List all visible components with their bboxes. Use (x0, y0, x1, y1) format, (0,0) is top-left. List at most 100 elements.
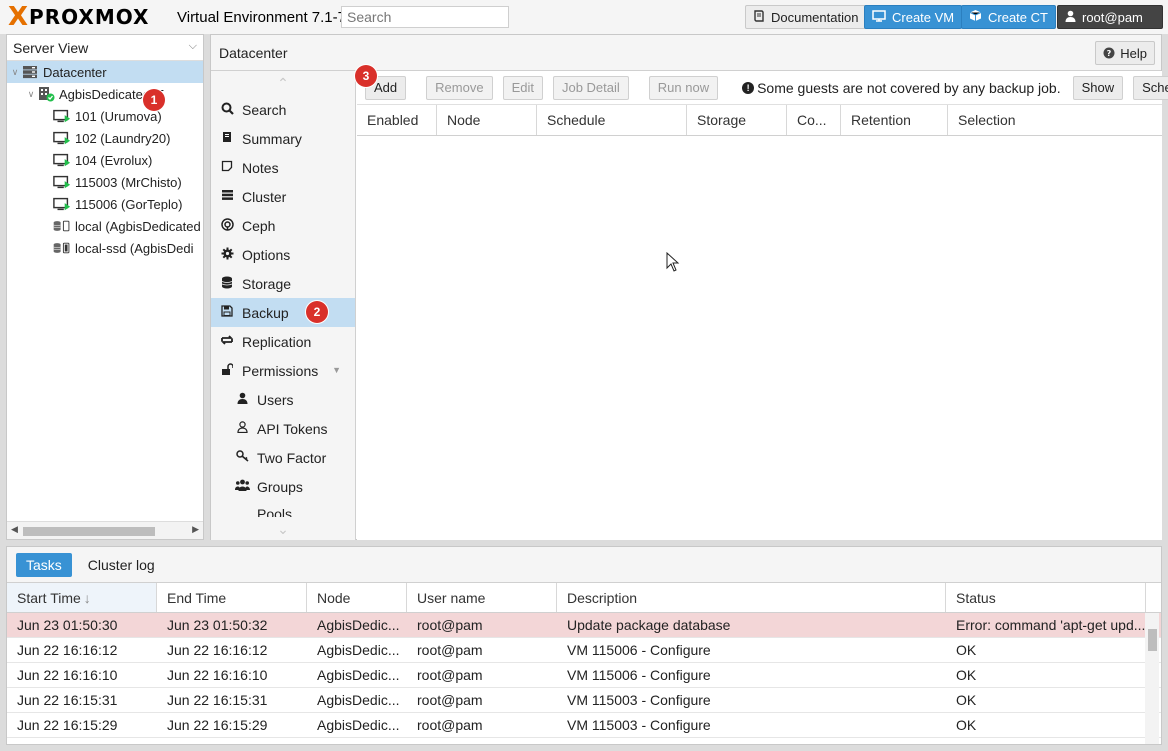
show-button[interactable]: Show (1072, 75, 1124, 100)
menu-item-notes[interactable]: Notes (211, 153, 355, 182)
run-now-button[interactable]: Run now (648, 75, 719, 100)
tab-tasks[interactable]: Tasks (16, 552, 72, 577)
menu-item-storage[interactable]: Storage (211, 269, 355, 298)
server-stack-icon (21, 64, 39, 80)
column-header-selection[interactable]: Selection (948, 105, 1162, 135)
tree-item-vm[interactable]: 115006 (GorTeplo) (7, 193, 203, 215)
tree-item-datacenter[interactable]: ∨ Datacenter (7, 61, 203, 83)
annotation-badge: 3 (355, 65, 377, 87)
task-row[interactable]: Jun 22 16:15:29 Jun 22 16:15:29 AgbisDed… (7, 713, 1161, 738)
menu-item-label: Two Factor (257, 449, 327, 466)
help-button[interactable]: ? Help (1095, 41, 1155, 65)
menu-scroll-up-icon[interactable]: ⌃ (211, 71, 355, 95)
task-description: VM 115003 - Configure (567, 717, 711, 733)
menu-scroll-down-icon[interactable]: ⌄ (211, 517, 355, 541)
tree-item-label: 115006 (GorTeplo) (75, 196, 183, 212)
collapse-caret-icon[interactable]: ▼ (332, 365, 341, 375)
tree-item-vm[interactable]: 101 (Urumova) (7, 105, 203, 127)
column-header-schedule[interactable]: Schedule (537, 105, 687, 135)
column-header-compression[interactable]: Co... (787, 105, 841, 135)
task-status: Error: command 'apt-get upd... (956, 617, 1146, 633)
menu-item-search[interactable]: Search (211, 95, 355, 124)
column-header-description[interactable]: Description (557, 583, 946, 612)
menu-item-label: Storage (242, 275, 292, 292)
book-icon (220, 131, 234, 146)
log-tabs: Tasks Cluster log (7, 547, 1161, 583)
task-user: root@pam (417, 717, 483, 733)
menu-item-options[interactable]: Options (211, 240, 355, 269)
menu-item-label: Search (242, 101, 287, 118)
storage-icon (53, 218, 71, 234)
tree-item-storage[interactable]: local (AgbisDedicated (7, 215, 203, 237)
edit-button[interactable]: Edit (502, 75, 543, 100)
scroll-right-icon[interactable]: ▶ (192, 524, 199, 535)
create-vm-button[interactable]: Create VM (864, 5, 963, 29)
schedule-simulator-button[interactable]: Schedule S (1133, 75, 1168, 100)
menu-item-pools[interactable]: Pools (211, 501, 355, 517)
column-header-enabled[interactable]: Enabled (357, 105, 437, 135)
menu-item-label: API Tokens (257, 420, 328, 437)
view-selector[interactable]: Server View ⌵ (7, 35, 203, 61)
scrollbar-thumb[interactable] (1148, 629, 1157, 651)
menu-item-ceph[interactable]: Ceph (211, 211, 355, 240)
scrollbar-thumb[interactable] (23, 527, 155, 536)
users-icon (235, 479, 250, 494)
column-header-storage[interactable]: Storage (687, 105, 787, 135)
tree-item-vm[interactable]: 115003 (MrChisto) (7, 171, 203, 193)
task-start-time: Jun 22 16:15:31 (17, 692, 118, 708)
task-start-time: Jun 22 16:16:12 (17, 642, 118, 658)
tab-cluster-log[interactable]: Cluster log (78, 553, 165, 577)
column-header-start-time[interactable]: Start Time ↓ (7, 583, 157, 612)
task-row[interactable]: Jun 22 16:16:10 Jun 22 16:16:10 AgbisDed… (7, 663, 1161, 688)
task-user: root@pam (417, 667, 483, 683)
menu-item-api-tokens[interactable]: API Tokens (211, 414, 355, 443)
help-label: Help (1120, 45, 1147, 61)
documentation-button[interactable]: Documentation (745, 5, 867, 29)
tree-item-label: 115003 (MrChisto) (75, 174, 182, 190)
menu-item-users[interactable]: Users (211, 385, 355, 414)
task-end-time: Jun 22 16:16:10 (167, 667, 268, 683)
scroll-left-icon[interactable]: ◀ (11, 524, 18, 535)
menu-item-cluster[interactable]: Cluster (211, 182, 355, 211)
menu-item-two-factor[interactable]: Two Factor (211, 443, 355, 472)
tree-item-vm[interactable]: 104 (Evrolux) (7, 149, 203, 171)
menu-item-label: Ceph (242, 217, 276, 234)
tree-item-label: local-ssd (AgbisDedi (75, 240, 194, 256)
user-menu-button[interactable]: root@pam (1057, 5, 1163, 29)
column-header-retention[interactable]: Retention (841, 105, 948, 135)
create-ct-button[interactable]: Create CT (961, 5, 1056, 29)
horizontal-scrollbar[interactable]: ◀ ▶ (7, 521, 203, 539)
task-node: AgbisDedic... (317, 617, 400, 633)
remove-button[interactable]: Remove (426, 75, 493, 100)
resource-tree: ∨ Datacenter ∨ AgbisDedicated15 101 (Uru… (7, 61, 203, 519)
menu-item-groups[interactable]: Groups (211, 472, 355, 501)
monitor-icon (872, 9, 886, 25)
tree-item-storage[interactable]: local-ssd (AgbisDedi (7, 237, 203, 259)
menu-item-permissions[interactable]: Permissions ▼ (211, 356, 355, 385)
task-start-time: Jun 22 16:15:29 (17, 717, 118, 733)
task-row[interactable]: Jun 23 01:50:30 Jun 23 01:50:32 AgbisDed… (7, 613, 1161, 638)
column-header-node[interactable]: Node (307, 583, 407, 612)
menu-item-backup[interactable]: Backup 2 (211, 298, 355, 327)
vertical-scrollbar[interactable] (1145, 613, 1159, 744)
vm-running-icon (53, 152, 71, 168)
menu-item-replication[interactable]: Replication (211, 327, 355, 356)
column-header-node[interactable]: Node (437, 105, 537, 135)
notes-icon (220, 160, 234, 175)
column-header-end-time[interactable]: End Time (157, 583, 307, 612)
collapse-icon[interactable]: ∨ (25, 89, 37, 100)
column-header-user[interactable]: User name (407, 583, 557, 612)
job-detail-button[interactable]: Job Detail (552, 75, 629, 100)
collapse-icon[interactable]: ∨ (9, 67, 21, 78)
tree-item-node[interactable]: ∨ AgbisDedicated15 (7, 83, 203, 105)
task-row[interactable]: Jun 22 16:15:31 Jun 22 16:15:31 AgbisDed… (7, 688, 1161, 713)
task-row[interactable]: Jun 22 16:16:12 Jun 22 16:16:12 AgbisDed… (7, 638, 1161, 663)
column-header-status[interactable]: Status (946, 583, 1146, 612)
task-status: OK (956, 717, 977, 733)
tree-item-vm[interactable]: 102 (Laundry20) (7, 127, 203, 149)
proxmox-logo[interactable]: X PROXMOX (8, 4, 149, 30)
search-input[interactable] (341, 6, 509, 28)
ceph-icon (220, 217, 234, 234)
tasks-list: Jun 23 01:50:30 Jun 23 01:50:32 AgbisDed… (7, 613, 1161, 738)
menu-item-summary[interactable]: Summary (211, 124, 355, 153)
